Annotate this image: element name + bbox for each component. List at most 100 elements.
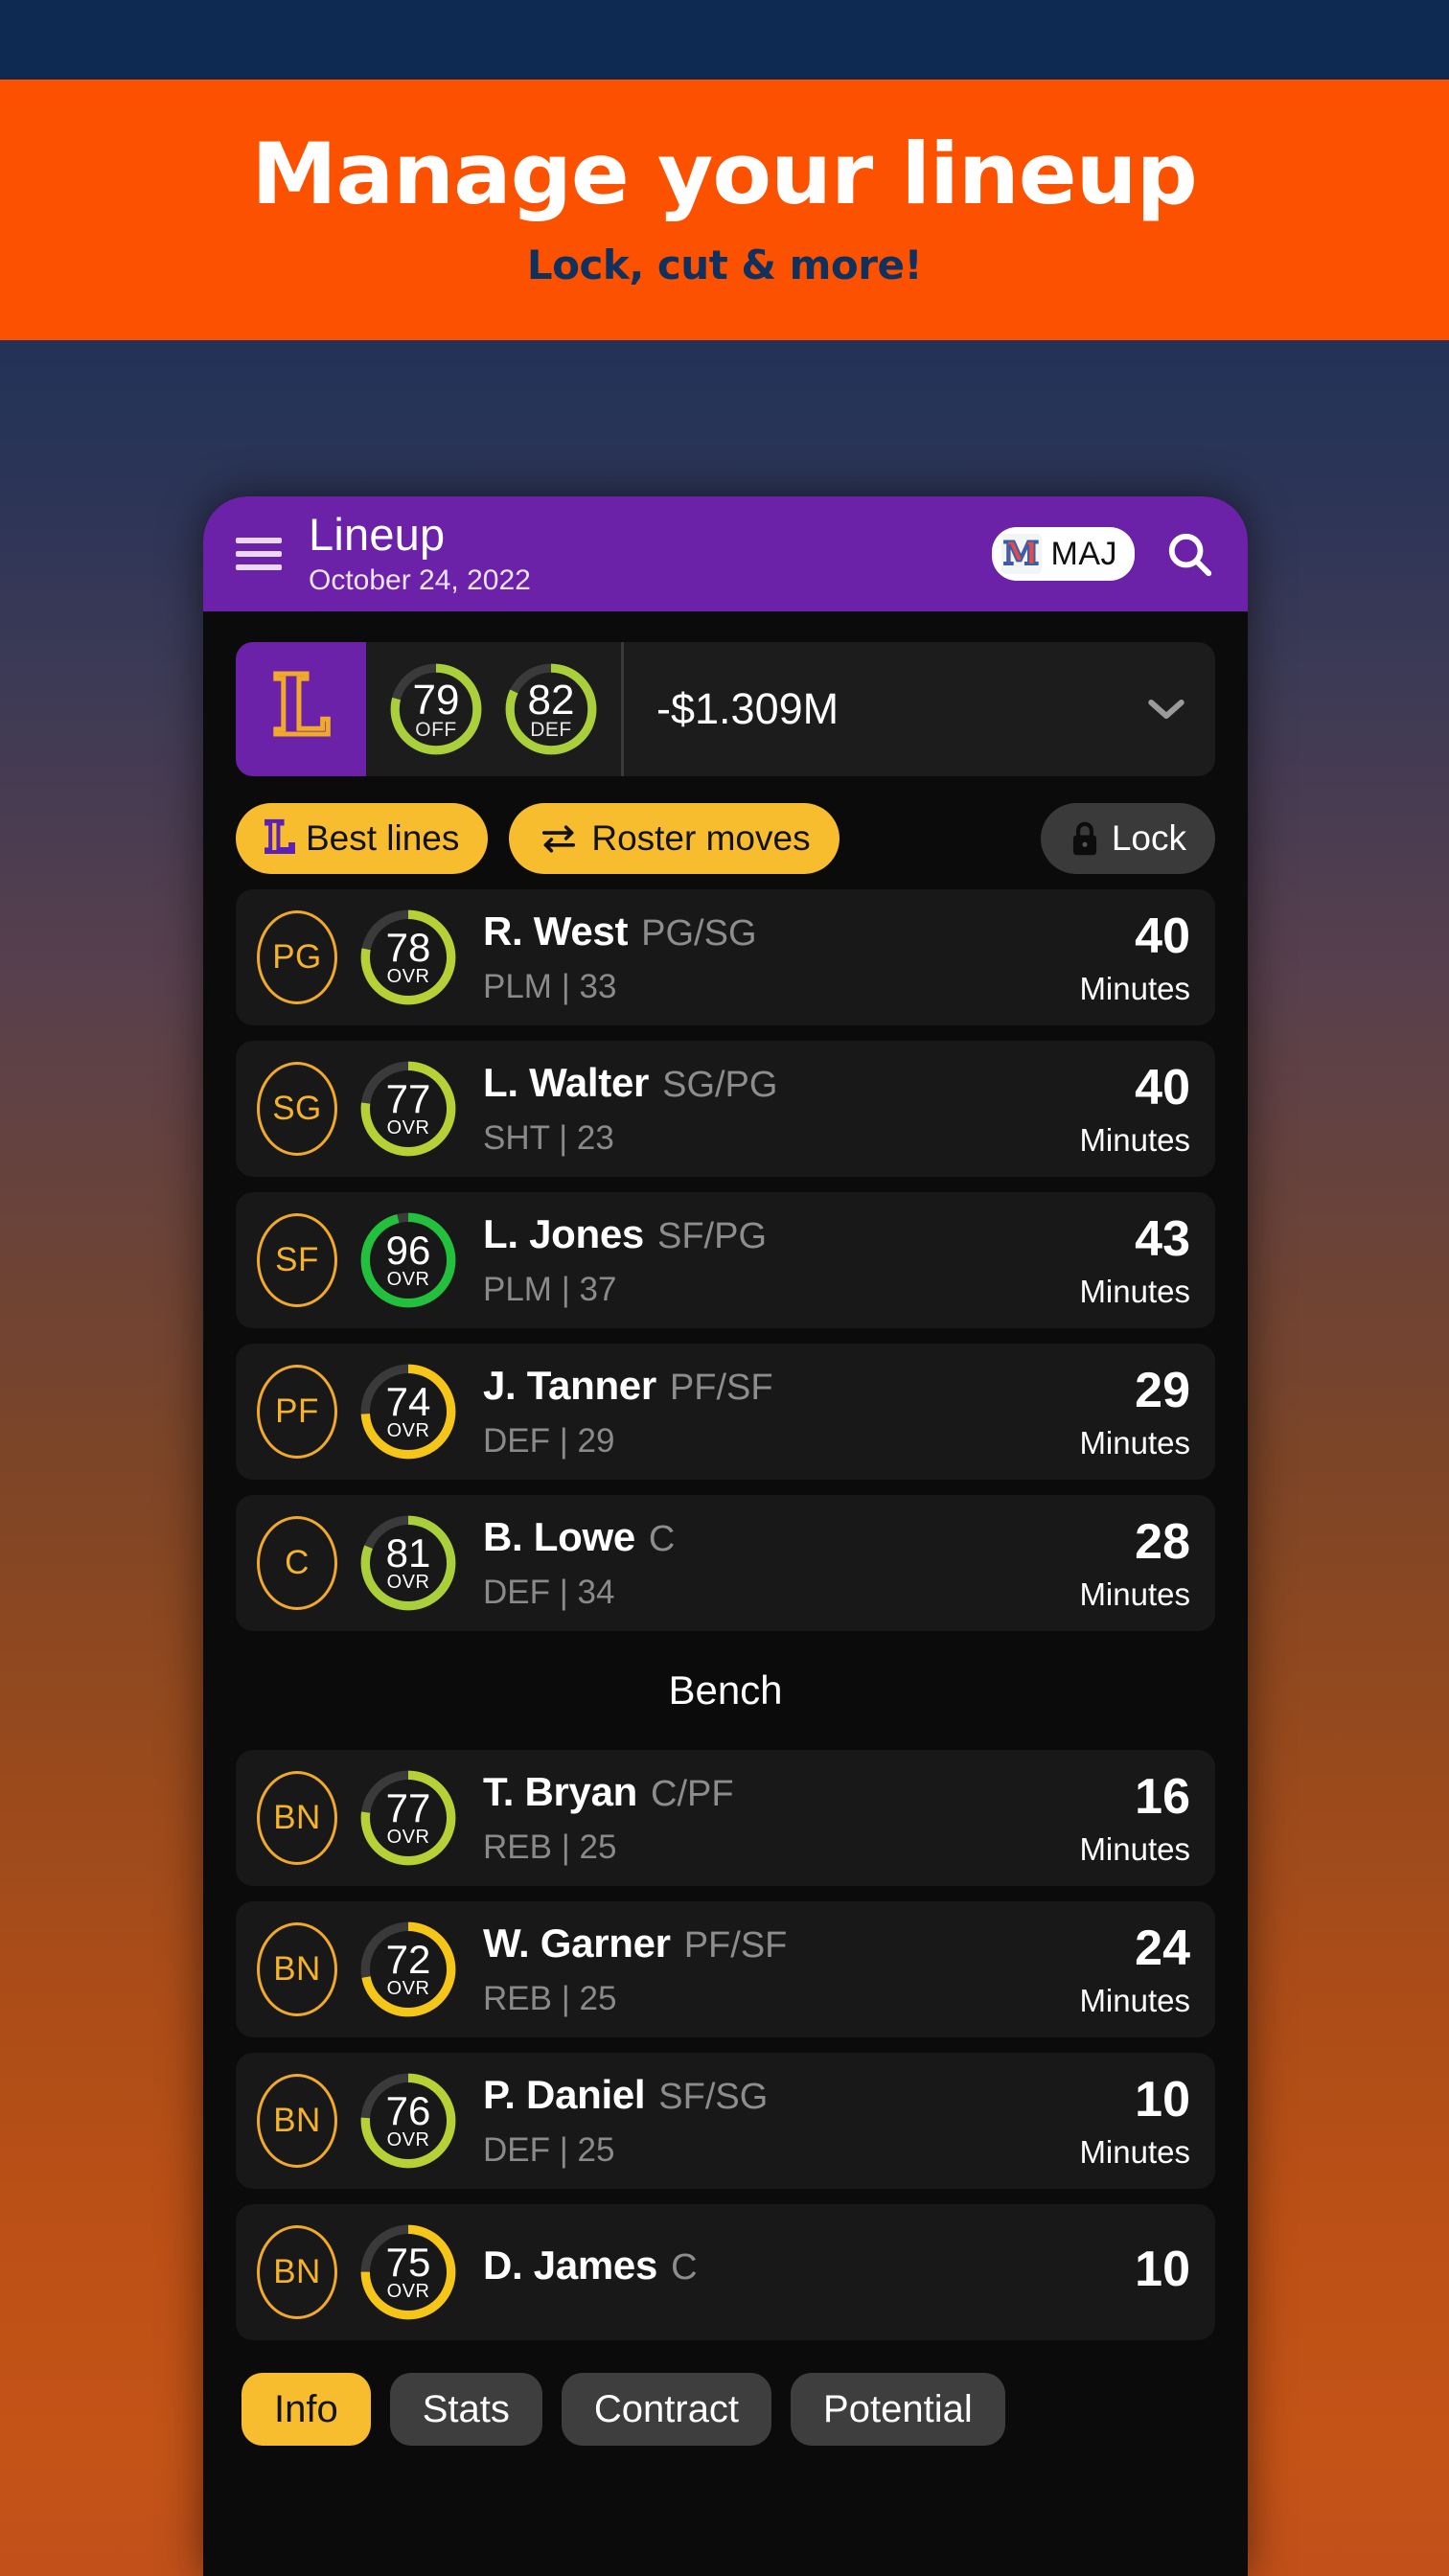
- lock-button[interactable]: Lock: [1040, 803, 1215, 874]
- page-date: October 24, 2022: [309, 564, 531, 596]
- tab-stats[interactable]: Stats: [389, 2373, 542, 2446]
- player-name-line: D. James C: [483, 2242, 1029, 2288]
- player-attribute: PLM | 37: [483, 1271, 617, 1308]
- minutes-value: 10: [1135, 2242, 1190, 2297]
- minutes-label: Minutes: [1079, 1831, 1190, 1867]
- position-badge: BN: [257, 1922, 337, 2016]
- lock-icon: [1070, 820, 1100, 857]
- player-info: P. Daniel SF/SG DEF | 25: [483, 2072, 1029, 2170]
- search-icon[interactable]: [1163, 528, 1215, 580]
- overall-rating-value: 75: [385, 2240, 431, 2285]
- overall-rating-value: 77: [385, 1785, 431, 1830]
- player-name-line: J. Tanner PF/SF: [483, 1363, 1029, 1409]
- bench-list: BN 77 OVR T. Bryan C/PF REB | 25 16 Minu…: [236, 1750, 1215, 2340]
- player-positions: SF/PG: [656, 1216, 768, 1256]
- best-lines-label: Best lines: [305, 818, 460, 858]
- player-positions: SF/SG: [658, 2077, 769, 2117]
- player-attribute: PLM | 33: [483, 968, 617, 1005]
- table-row[interactable]: BN 75 OVR D. James C 10: [236, 2204, 1215, 2340]
- table-row[interactable]: BN 77 OVR T. Bryan C/PF REB | 25 16 Minu…: [236, 1750, 1215, 1886]
- player-minutes: 40 Minutes: [1029, 1059, 1190, 1159]
- cap-space-section[interactable]: -$1.309M: [621, 642, 1215, 776]
- table-row[interactable]: PG 78 OVR R. West PG/SG PLM | 33 40 Minu…: [236, 889, 1215, 1025]
- player-name-line: L. Walter SG/PG: [483, 1060, 1029, 1106]
- cap-space-value: -$1.309M: [656, 684, 840, 733]
- app-screen: L 79 OFF 82 DEF -$1.309M L Best lines Ro…: [203, 642, 1248, 2576]
- minutes-value: 43: [1135, 1211, 1190, 1267]
- player-positions: PF/SF: [683, 1925, 788, 1966]
- player-name-line: T. Bryan C/PF: [483, 1769, 1029, 1815]
- player-minutes: 28 Minutes: [1029, 1513, 1190, 1613]
- overall-rating-value: 96: [385, 1228, 431, 1273]
- player-info: T. Bryan C/PF REB | 25: [483, 1769, 1029, 1867]
- overall-rating-value: 72: [385, 1937, 431, 1982]
- table-row[interactable]: SF 96 OVR L. Jones SF/PG PLM | 37 43 Min…: [236, 1192, 1215, 1328]
- player-info: W. Garner PF/SF REB | 25: [483, 1920, 1029, 2018]
- overall-rating-ring: 78 OVR: [358, 908, 458, 1007]
- minutes-label: Minutes: [1079, 1122, 1190, 1158]
- hamburger-icon[interactable]: [236, 538, 282, 570]
- minutes-label: Minutes: [1079, 971, 1190, 1006]
- minutes-value: 40: [1135, 1060, 1190, 1116]
- best-lines-button[interactable]: L Best lines: [236, 803, 489, 874]
- team-selector[interactable]: M MAJ: [991, 527, 1135, 581]
- player-attribute: DEF | 34: [483, 1574, 615, 1611]
- player-name-line: P. Daniel SF/SG: [483, 2072, 1029, 2118]
- player-minutes: 43 Minutes: [1029, 1210, 1190, 1310]
- table-row[interactable]: SG 77 OVR L. Walter SG/PG SHT | 23 40 Mi…: [236, 1041, 1215, 1177]
- tab-contract[interactable]: Contract: [561, 2373, 772, 2446]
- position-badge: PG: [257, 910, 337, 1004]
- overall-rating-label: OVR: [386, 1978, 430, 1999]
- player-minutes: 40 Minutes: [1029, 908, 1190, 1007]
- lock-label: Lock: [1111, 818, 1186, 858]
- position-badge: BN: [257, 2074, 337, 2168]
- overall-rating-label: OVR: [386, 1117, 430, 1138]
- overall-rating-label: OVR: [386, 2129, 430, 2150]
- player-positions: C/PF: [651, 1774, 734, 1814]
- rating-value-off: 79: [412, 677, 460, 724]
- team-logo-icon: M: [1000, 534, 1042, 574]
- player-name: T. Bryan: [483, 1769, 637, 1814]
- minutes-label: Minutes: [1079, 1425, 1190, 1460]
- roster-moves-button[interactable]: Roster moves: [509, 803, 840, 874]
- player-name: D. James: [483, 2242, 658, 2288]
- overall-rating-ring: 96 OVR: [358, 1210, 458, 1310]
- overall-rating-value: 78: [385, 925, 431, 970]
- overall-rating-ring: 76 OVR: [358, 2071, 458, 2171]
- player-positions: C: [671, 2247, 698, 2288]
- detail-tab-bar: Info Stats Contract Potential: [236, 2340, 1215, 2446]
- chevron-down-icon[interactable]: [1146, 697, 1186, 722]
- player-name: B. Lowe: [483, 1514, 635, 1559]
- overall-rating-ring: 77 OVR: [358, 1059, 458, 1159]
- player-positions: PF/SF: [669, 1368, 773, 1408]
- overall-rating-ring: 75 OVR: [358, 2222, 458, 2322]
- player-positions: C: [648, 1519, 676, 1559]
- action-bar: L Best lines Roster moves Lock: [236, 803, 1215, 874]
- minutes-value: 10: [1135, 2072, 1190, 2128]
- team-overview-card[interactable]: L 79 OFF 82 DEF -$1.309M: [236, 642, 1215, 776]
- promo-banner: Manage your lineup Lock, cut & more!: [0, 80, 1449, 340]
- team-crest-logo: L: [236, 642, 366, 776]
- player-positions: SG/PG: [662, 1065, 778, 1105]
- overall-rating-ring: 81 OVR: [358, 1513, 458, 1613]
- player-info: L. Walter SG/PG SHT | 23: [483, 1060, 1029, 1158]
- overall-rating-label: OVR: [386, 2281, 430, 2302]
- player-name-line: R. West PG/SG: [483, 908, 1029, 954]
- team-abbrev: MAJ: [1050, 535, 1117, 572]
- tab-info[interactable]: Info: [242, 2373, 371, 2446]
- player-name-line: B. Lowe C: [483, 1514, 1029, 1560]
- table-row[interactable]: PF 74 OVR J. Tanner PF/SF DEF | 29 29 Mi…: [236, 1344, 1215, 1480]
- rating-value-def: 82: [527, 677, 575, 724]
- promo-top-bar: [0, 0, 1449, 80]
- player-name: P. Daniel: [483, 2072, 646, 2117]
- table-row[interactable]: BN 76 OVR P. Daniel SF/SG DEF | 25 10 Mi…: [236, 2053, 1215, 2189]
- overall-rating-label: OVR: [386, 1827, 430, 1848]
- minutes-value: 28: [1135, 1514, 1190, 1570]
- overall-rating-ring: 77 OVR: [358, 1768, 458, 1868]
- bench-header: Bench: [668, 1668, 783, 1713]
- tab-potential[interactable]: Potential: [791, 2373, 1005, 2446]
- promo-title: Manage your lineup: [251, 124, 1198, 223]
- position-badge: SG: [257, 1062, 337, 1156]
- table-row[interactable]: C 81 OVR B. Lowe C DEF | 34 28 Minutes: [236, 1495, 1215, 1631]
- table-row[interactable]: BN 72 OVR W. Garner PF/SF REB | 25 24 Mi…: [236, 1901, 1215, 2037]
